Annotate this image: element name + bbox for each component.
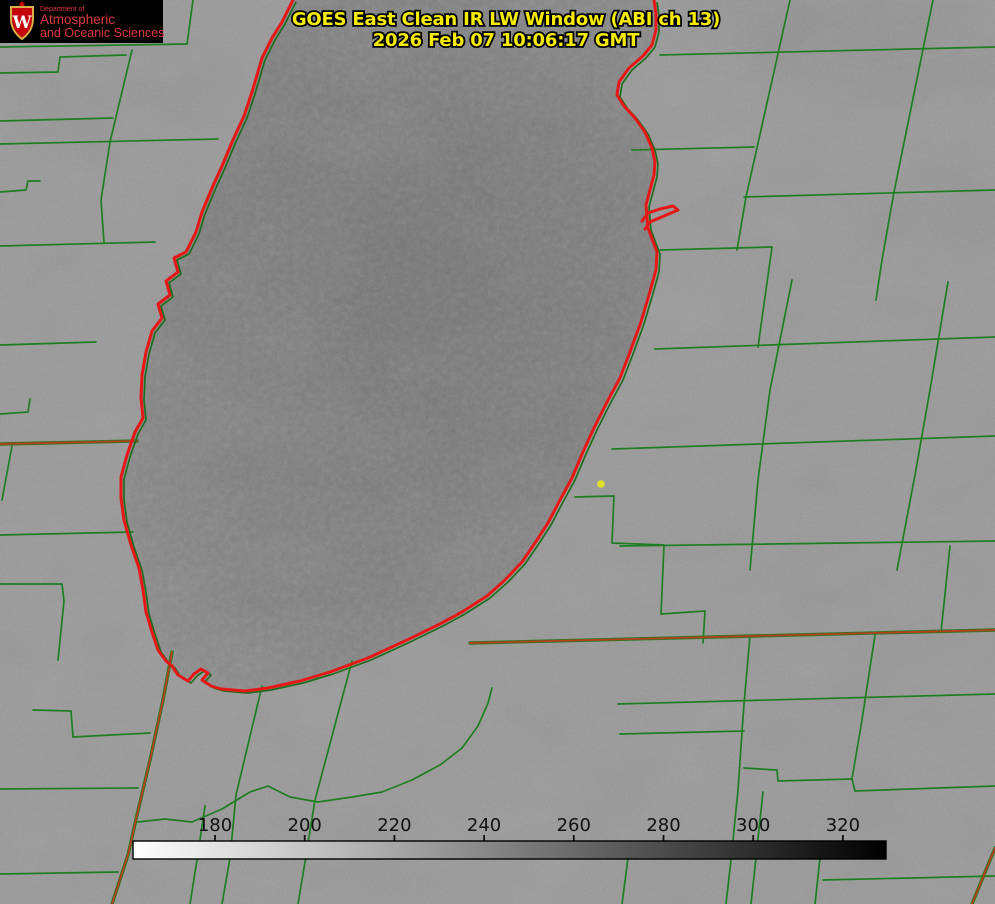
title-line1: GOES East Clean IR LW Window (ABI ch 13) [292, 9, 720, 30]
satellite-viewer: 180 200 220 240 260 280 300 320 GOES East Clean… [0, 0, 995, 904]
colorbar-tick-label: 240 [467, 815, 501, 836]
colorbar-tick-label: 260 [557, 815, 591, 836]
svg-text:W: W [11, 13, 32, 33]
colorbar-gradient-bar [132, 840, 887, 860]
logo-name-line2: and Oceanic Sciences [40, 26, 164, 40]
colorbar-tick-label: 300 [736, 815, 770, 836]
colorbar-tick-label: 280 [646, 815, 680, 836]
location-marker-dot [597, 480, 605, 488]
logo-name-line1: Atmospheric [40, 12, 115, 27]
uw-aos-logo: W Department of Atmospheric and Oceanic … [0, 0, 164, 43]
satellite-map: 180 200 220 240 260 280 300 320 GOES East Clean… [0, 0, 995, 904]
colorbar-tick-label: 220 [377, 815, 411, 836]
colorbar-tick-label: 180 [198, 815, 232, 836]
title-line2: 2026 Feb 07 10:06:17 GMT [373, 30, 641, 51]
colorbar-tick-label: 200 [288, 815, 322, 836]
colorbar-tick-label: 320 [826, 815, 860, 836]
